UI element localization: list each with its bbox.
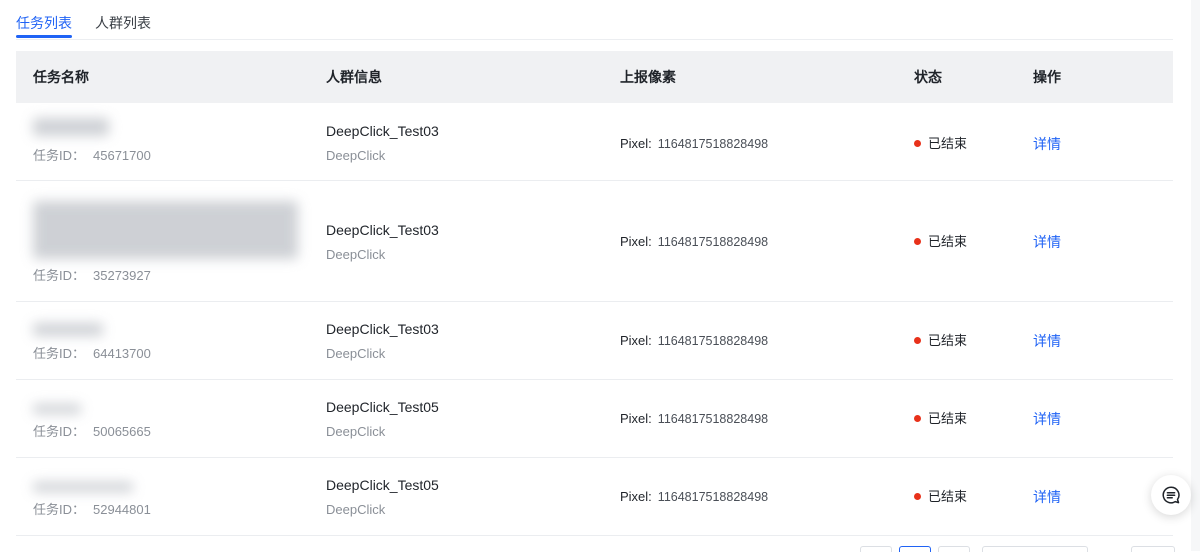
status-badge: 已结束 (914, 136, 967, 152)
status-badge: 已结束 (914, 234, 967, 250)
column-header-action: 操作 (1033, 69, 1061, 85)
task-id: 任务ID： 50065665 (33, 424, 151, 439)
chat-button[interactable] (1151, 475, 1191, 515)
status-dot-icon (914, 238, 921, 245)
tab-task-list[interactable]: 任务列表 (16, 14, 72, 32)
pagination-page-button[interactable] (899, 546, 931, 552)
audience-source: DeepClick (326, 502, 386, 517)
detail-link[interactable]: 详情 (1033, 234, 1061, 250)
audience-name: DeepClick_Test05 (326, 399, 439, 415)
tab-bar: 任务列表 人群列表 (16, 0, 1173, 40)
table-header: 任务名称 人群信息 上报像素 状态 操作 (16, 51, 1173, 103)
pixel-info: Pixel: 1164817518828498 (620, 411, 769, 426)
pixel-info: Pixel: 1164817518828498 (620, 136, 769, 151)
audience-name: DeepClick_Test03 (326, 123, 439, 139)
audience-source: DeepClick (326, 424, 386, 439)
task-table: 任务名称 人群信息 上报像素 状态 操作 任务ID： 45671700 DeepC… (16, 51, 1173, 536)
column-header-task-name: 任务名称 (33, 69, 89, 85)
column-header-audience-info: 人群信息 (326, 69, 382, 85)
audience-source: DeepClick (326, 247, 386, 262)
status-dot-icon (914, 337, 921, 344)
status-badge: 已结束 (914, 489, 967, 505)
audience-source: DeepClick (326, 346, 386, 361)
table-row: 任务ID： 45671700 DeepClick_Test03 DeepClick… (16, 103, 1173, 181)
task-id: 任务ID： 45671700 (33, 148, 151, 163)
redacted-task-name (33, 323, 103, 336)
task-id: 任务ID： 52944801 (33, 502, 151, 517)
status-dot-icon (914, 493, 921, 500)
task-id: 任务ID： 35273927 (33, 268, 151, 283)
tab-audience-list[interactable]: 人群列表 (95, 14, 151, 32)
page-jump-input[interactable] (1131, 546, 1175, 552)
audience-name: DeepClick_Test03 (326, 321, 439, 337)
redacted-task-name (33, 404, 81, 414)
chat-icon (1162, 486, 1180, 504)
status-badge: 已结束 (914, 411, 967, 427)
task-id: 任务ID： 64413700 (33, 346, 151, 361)
table-row: 任务ID： 35273927 DeepClick_Test03 DeepClick… (16, 181, 1173, 302)
redacted-task-name (33, 118, 109, 136)
pagination-prev-button[interactable] (860, 546, 892, 552)
pixel-info: Pixel: 1164817518828498 (620, 489, 769, 504)
detail-link[interactable]: 详情 (1033, 489, 1061, 505)
status-badge: 已结束 (914, 333, 967, 349)
column-header-pixel: 上报像素 (620, 69, 676, 85)
pixel-info: Pixel: 1164817518828498 (620, 333, 769, 348)
audience-name: DeepClick_Test05 (326, 477, 439, 493)
scrollbar[interactable] (1191, 0, 1200, 551)
status-dot-icon (914, 140, 921, 147)
audience-source: DeepClick (326, 148, 386, 163)
detail-link[interactable]: 详情 (1033, 411, 1061, 427)
table-row: 任务ID： 52944801 DeepClick_Test05 DeepClick… (16, 458, 1173, 536)
pixel-info: Pixel: 1164817518828498 (620, 234, 769, 249)
pagination-page-button[interactable] (938, 546, 970, 552)
detail-link[interactable]: 详情 (1033, 333, 1061, 349)
redacted-task-name (33, 201, 298, 259)
detail-link[interactable]: 详情 (1033, 136, 1061, 152)
redacted-task-name (33, 482, 133, 492)
table-row: 任务ID： 64413700 DeepClick_Test03 DeepClick… (16, 302, 1173, 380)
page-size-select[interactable] (982, 546, 1088, 552)
table-row: 任务ID： 50065665 DeepClick_Test05 DeepClick… (16, 380, 1173, 458)
status-dot-icon (914, 415, 921, 422)
audience-name: DeepClick_Test03 (326, 222, 439, 238)
column-header-status: 状态 (914, 69, 942, 85)
active-tab-indicator (16, 35, 72, 38)
